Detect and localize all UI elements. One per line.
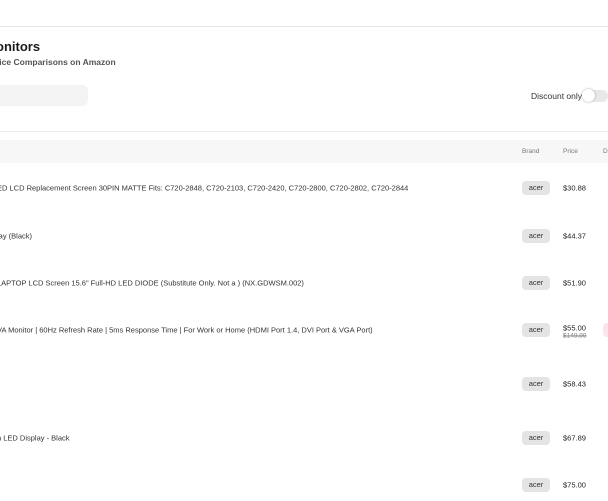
discount-badge [603, 323, 608, 337]
table-row[interactable]: n LED Display - Black acer $67.89 [0, 418, 608, 458]
brand-badge: acer [522, 181, 550, 195]
price-value: $58.43 [563, 379, 586, 389]
price-value: $51.90 [563, 278, 586, 288]
price-value: $55.00 [563, 323, 586, 333]
product-name[interactable]: n LED Display - Black [0, 434, 70, 443]
price-value: $30.88 [563, 183, 586, 193]
product-name[interactable]: ED LCD Replacement Screen 30PIN MATTE Fi… [0, 184, 408, 193]
product-name[interactable]: VA Monitor | 60Hz Refresh Rate | 5ms Res… [0, 326, 373, 335]
product-name[interactable]: LAPTOP LCD Screen 15.6" Full-HD LED DIOD… [0, 279, 304, 288]
price-value: $67.89 [563, 433, 586, 443]
table-row[interactable]: LAPTOP LCD Screen 15.6" Full-HD LED DIOD… [0, 263, 608, 303]
table-row[interactable]: ED LCD Replacement Screen 30PIN MATTE Fi… [0, 168, 608, 208]
toggle-knob [582, 89, 595, 102]
brand-badge: acer [522, 229, 550, 243]
brand-badge: acer [522, 377, 550, 391]
price-value: $75.00 [563, 480, 586, 490]
price-value: $44.37 [563, 231, 586, 241]
discount-only-toggle[interactable] [582, 89, 608, 102]
brand-badge: acer [522, 276, 550, 290]
brand-badge: acer [522, 431, 550, 445]
table-row[interactable]: VA Monitor | 60Hz Refresh Rate | 5ms Res… [0, 310, 608, 350]
search-input[interactable] [0, 85, 88, 106]
brand-badge: acer [522, 478, 550, 492]
column-header-price[interactable]: Price [563, 148, 578, 155]
page-title: onitors [0, 39, 41, 54]
table-row[interactable]: acer $58.43 [0, 364, 608, 404]
table-header: Brand Price D [0, 140, 608, 163]
product-name[interactable]: lay (Black) [0, 232, 32, 241]
table-row[interactable]: lay (Black) acer $44.37 [0, 216, 608, 256]
top-divider [0, 26, 608, 27]
discount-only-label: Discount only [531, 91, 583, 101]
column-header-brand[interactable]: Brand [522, 148, 539, 155]
page-subtitle: rice Comparisons on Amazon [0, 57, 116, 67]
brand-badge: acer [522, 323, 550, 337]
original-price: $149.99 [563, 332, 587, 340]
column-header-discount[interactable]: D [603, 148, 608, 155]
table-row[interactable]: acer $75.00 [0, 465, 608, 501]
section-divider [0, 131, 608, 132]
